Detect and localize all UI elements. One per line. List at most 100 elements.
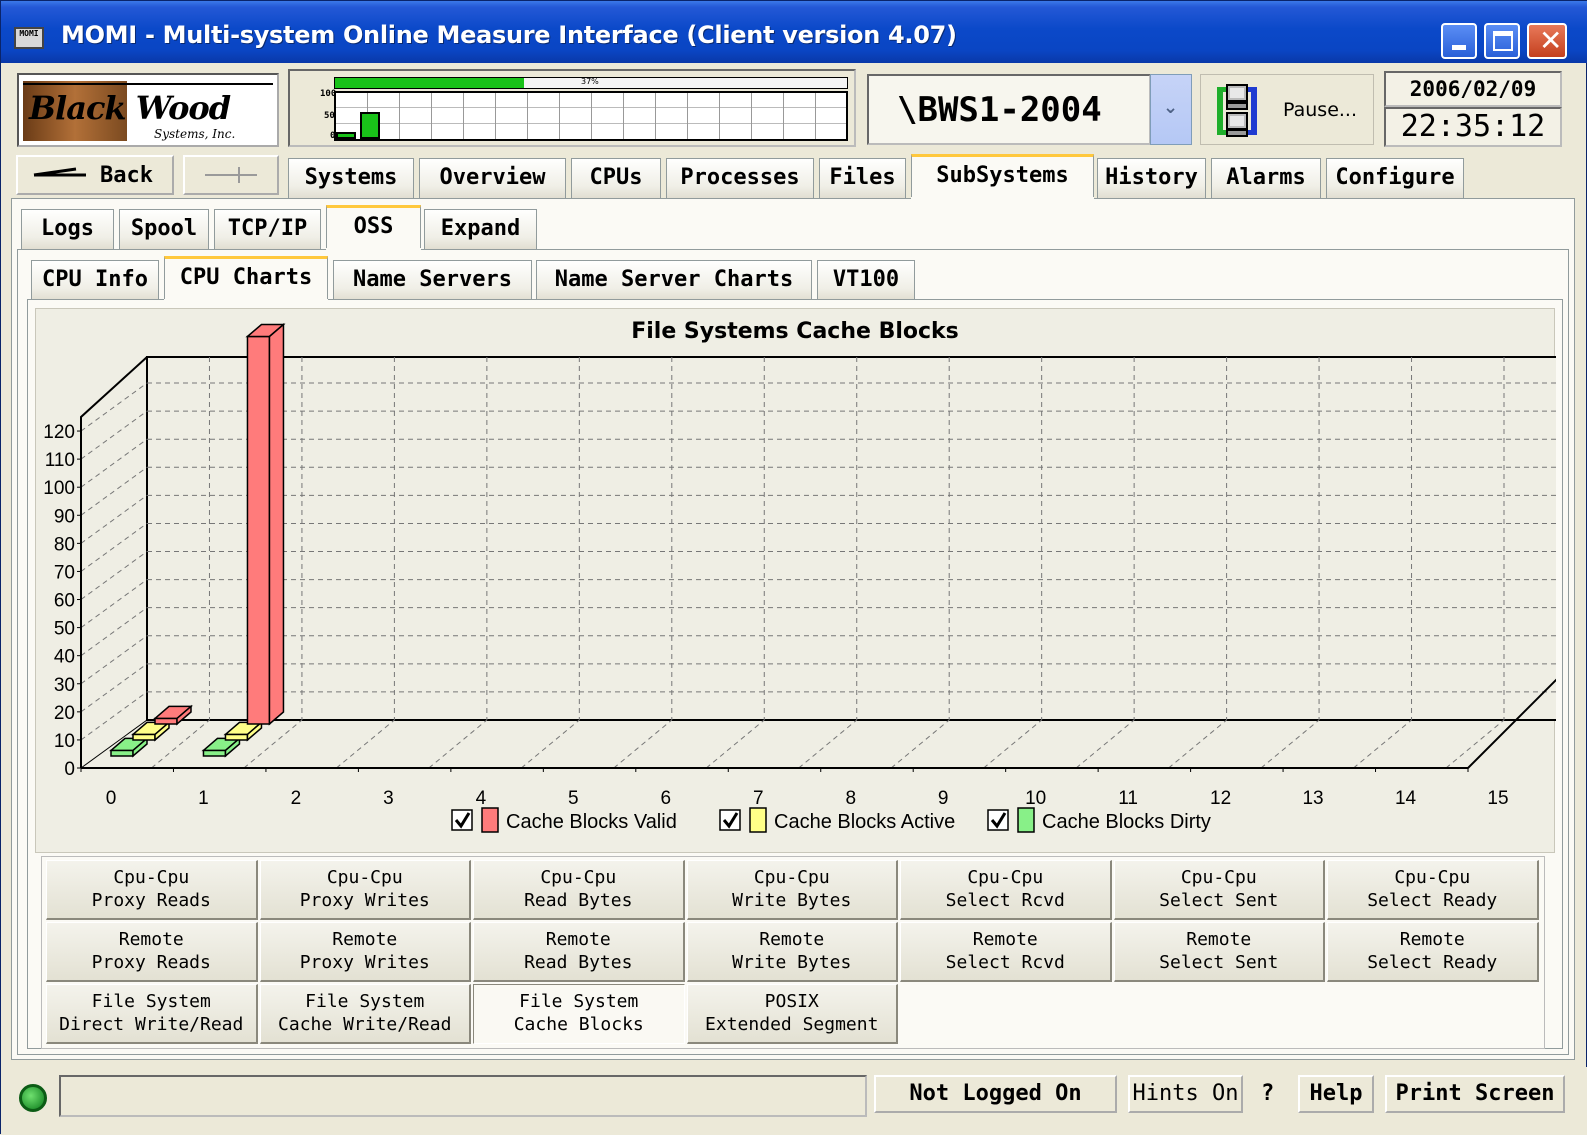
close-button[interactable]: ✕ <box>1527 23 1567 59</box>
chart-button-line2: Select Sent <box>1159 952 1279 973</box>
title-bar[interactable]: MOMI MOMI - Multi-system Online Measure … <box>1 1 1587 63</box>
help-question-icon[interactable]: ? <box>1261 1081 1274 1106</box>
osstab-name-server-charts[interactable]: Name Server Charts <box>536 260 812 300</box>
tab-alarms[interactable]: Alarms <box>1211 158 1321 198</box>
y-tick-label: 110 <box>45 450 75 471</box>
tab-configure[interactable]: Configure <box>1326 158 1464 198</box>
forward-arrow-icon <box>205 167 257 183</box>
chart-button-cpu-cpu-select-sent[interactable]: Cpu-Cpu Select Sent <box>1113 860 1325 920</box>
chart-button-line2: Select Sent <box>1159 890 1279 911</box>
chart-button-line1: File System <box>91 991 211 1012</box>
subtab-tcp-ip[interactable]: TCP/IP <box>214 209 321 249</box>
chart-button-remote-write-bytes[interactable]: Remote Write Bytes <box>686 922 898 982</box>
tab-systems[interactable]: Systems <box>288 158 414 198</box>
subtab-logs[interactable]: Logs <box>21 209 114 249</box>
chart-button-cpu-cpu-proxy-writes[interactable]: Cpu-Cpu Proxy Writes <box>259 860 471 920</box>
chart-gridline-side <box>80 607 148 657</box>
chart-button-cpu-cpu-proxy-reads[interactable]: Cpu-Cpu Proxy Reads <box>46 860 258 920</box>
x-tick-label: 6 <box>661 788 672 809</box>
tab-files[interactable]: Files <box>819 158 906 198</box>
chart-floor-line <box>428 719 488 769</box>
osstab-vt100[interactable]: VT100 <box>817 260 915 300</box>
chart-floor-line <box>983 719 1042 769</box>
chart-button-cpu-cpu-select-ready[interactable]: Cpu-Cpu Select Ready <box>1327 860 1539 920</box>
chart-button-line2: Read Bytes <box>524 890 633 911</box>
chart-gridline-side <box>80 523 148 572</box>
tab-overview[interactable]: Overview <box>419 158 566 198</box>
y-tick-label: 30 <box>54 675 75 696</box>
chart-button-remote-read-bytes[interactable]: Remote Read Bytes <box>473 922 685 982</box>
chart-button-cpu-cpu-read-bytes[interactable]: Cpu-Cpu Read Bytes <box>473 860 685 920</box>
x-tick-label: 9 <box>938 788 949 809</box>
print-screen-button[interactable]: Print Screen <box>1385 1075 1565 1113</box>
chart-button-file-system-direct-write-read[interactable]: File System Direct Write/Read <box>46 984 258 1044</box>
chart-button-line1: Remote <box>545 929 611 950</box>
chart-button-remote-select-rcvd[interactable]: Remote Select Rcvd <box>900 922 1112 982</box>
tab-cpus[interactable]: CPUs <box>571 158 661 198</box>
hints-toggle[interactable]: Hints On <box>1128 1075 1243 1113</box>
chart-button-remote-select-sent[interactable]: Remote Select Sent <box>1113 922 1325 982</box>
back-label: Back <box>100 163 153 188</box>
mini-performance-chart[interactable]: 37% 100 50 0 <box>288 69 856 147</box>
osstab-cpu-charts[interactable]: CPU Charts <box>164 256 328 302</box>
network-computers-icon <box>1217 84 1257 137</box>
chart-button-line1: Remote <box>118 929 184 950</box>
chart-button-line2: Write Bytes <box>732 890 852 911</box>
chart-floor-line <box>336 719 395 769</box>
system-name: \BWS1-2004 <box>897 90 1102 130</box>
subtab-expand[interactable]: Expand <box>424 209 537 249</box>
bar-1-1-front <box>224 733 249 741</box>
y-tick-label: 120 <box>43 422 75 443</box>
pause-label: Pause... <box>1283 99 1357 121</box>
y-tick-label: 0 <box>64 759 75 780</box>
chart-button-posix-extended-segment[interactable]: POSIX Extended Segment <box>686 984 898 1044</box>
chart-button-line2: Select Rcvd <box>945 890 1065 911</box>
mini-bar <box>360 112 380 139</box>
chart-button-remote-proxy-reads[interactable]: Remote Proxy Reads <box>46 922 258 982</box>
chart-gridline-side <box>80 551 148 600</box>
system-selector[interactable]: \BWS1-2004 <box>867 74 1151 145</box>
osstab-name-servers[interactable]: Name Servers <box>333 260 532 300</box>
chart-button-remote-proxy-writes[interactable]: Remote Proxy Writes <box>259 922 471 982</box>
tab-history[interactable]: History <box>1097 158 1206 198</box>
busy-percent-fill <box>335 78 525 88</box>
chart-button-line2: Extended Segment <box>705 1014 879 1035</box>
help-button[interactable]: Help <box>1298 1075 1374 1113</box>
chart-floor-line <box>613 719 673 769</box>
chart-button-line1: Cpu-Cpu <box>753 867 830 888</box>
chart-floor-line <box>890 719 950 769</box>
chart-gridline-side <box>80 494 148 544</box>
chart-button-cpu-cpu-write-bytes[interactable]: Cpu-Cpu Write Bytes <box>686 860 898 920</box>
back-button[interactable]: Back <box>16 155 174 195</box>
pause-button[interactable]: Pause... <box>1200 74 1374 145</box>
minimize-button[interactable] <box>1441 23 1477 59</box>
forward-button[interactable] <box>183 155 279 195</box>
maximize-button[interactable] <box>1484 23 1520 59</box>
subtab-spool[interactable]: Spool <box>119 209 209 249</box>
bar-2-1-front <box>202 749 227 757</box>
osstab-cpu-info[interactable]: CPU Info <box>31 260 159 300</box>
chart-gridline-side <box>80 438 148 488</box>
system-dropdown-button[interactable]: ⌄ <box>1150 74 1192 145</box>
maximize-icon <box>1493 31 1513 51</box>
y-tick-label: 90 <box>54 506 75 527</box>
chart-button-line1: File System <box>305 991 425 1012</box>
tab-subsystems[interactable]: SubSystems <box>911 154 1094 200</box>
bar-1-0-front <box>132 733 156 741</box>
logo-name: Black Wood <box>29 89 231 127</box>
chart-floor-line <box>705 719 765 769</box>
login-button[interactable]: Not Logged On <box>874 1075 1117 1113</box>
chart-button-remote-select-ready[interactable]: Remote Select Ready <box>1327 922 1539 982</box>
date-display: 2006/02/09 <box>1384 71 1562 107</box>
chart-button-file-system-cache-write-read[interactable]: File System Cache Write/Read <box>259 984 471 1044</box>
cache-blocks-chart: 0 10 20 30 40 50 60 70 80 90 100 110 120 0 1 2 3 4 5 6 7 8 9 10… <box>35 308 1556 853</box>
x-tick-label: 11 <box>1118 788 1138 809</box>
chart-button-cpu-cpu-select-rcvd[interactable]: Cpu-Cpu Select Rcvd <box>900 860 1112 920</box>
chart-gridline-side <box>80 410 148 460</box>
subtab-oss[interactable]: OSS <box>326 205 421 251</box>
chart-button-file-system-cache-blocks[interactable]: File System Cache Blocks <box>473 984 685 1044</box>
y-tick-label: 80 <box>54 534 75 555</box>
chart-button-line2: Cache Blocks <box>513 1014 644 1035</box>
tab-processes[interactable]: Processes <box>666 158 814 198</box>
bar-0-1-side <box>268 322 285 726</box>
